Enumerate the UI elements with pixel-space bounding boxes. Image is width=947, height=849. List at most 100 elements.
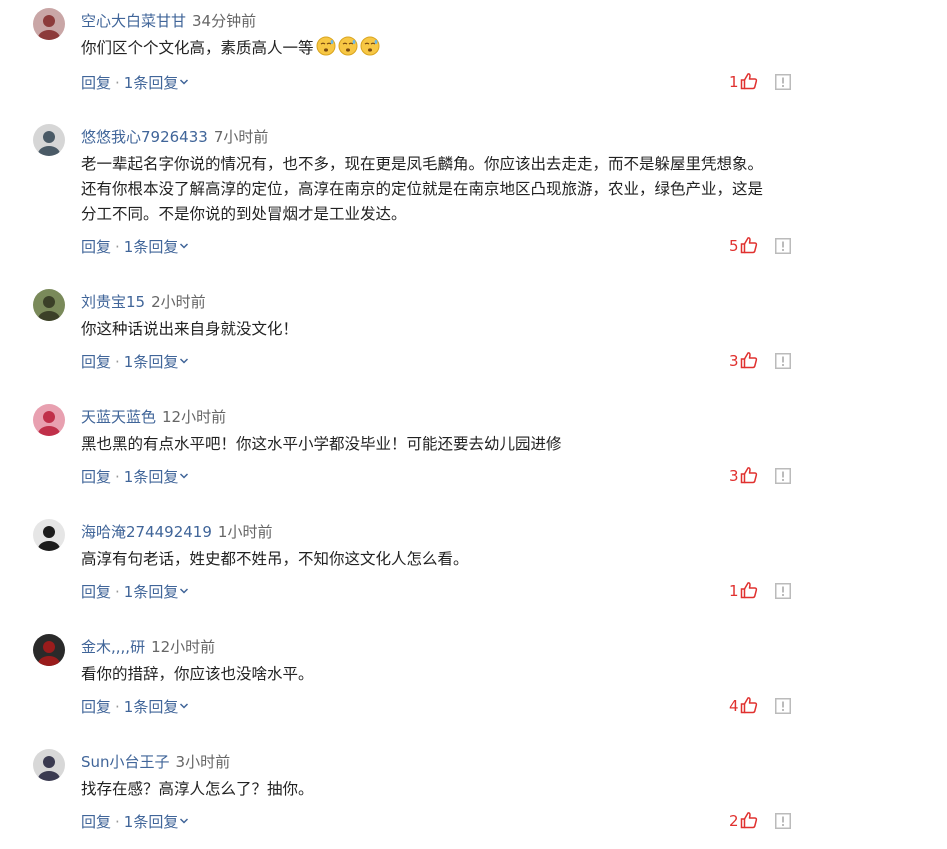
thumbs-up-icon [739,697,758,715]
username-link[interactable]: 天蓝天蓝色 [81,408,156,426]
replies-count-label: 1条回复 [123,353,179,371]
replies-count-label: 1条回复 [123,698,179,716]
separator-dot: · [115,74,120,92]
comment-text: 看你的措辞，你应该也没啥水平。 [81,662,797,687]
reply-button[interactable]: 回复 [81,583,111,601]
username-link[interactable]: 海哈淹274492419 [81,523,212,541]
emoji-icon [316,36,336,56]
replies-count-label: 1条回复 [123,74,179,92]
view-replies-button[interactable]: 1条回复 [124,583,190,601]
report-icon[interactable] [775,468,791,484]
comment-text-span: 你这种话说出来自身就没文化！ [81,320,299,338]
like-count: 5 [729,237,739,255]
comment-text-line: 分工不同。不是你说的到处冒烟才是工业发达。 [81,202,797,227]
like-count: 4 [729,697,739,715]
like-button[interactable]: 2 [729,811,758,831]
report-icon[interactable] [775,583,791,599]
view-replies-button[interactable]: 1条回复 [124,698,190,716]
like-button[interactable]: 4 [729,696,758,716]
like-button[interactable]: 3 [729,351,758,371]
comment-text-line: 你这种话说出来自身就没文化！ [81,317,797,342]
reply-button[interactable]: 回复 [81,698,111,716]
view-replies-button[interactable]: 1条回复 [124,468,190,486]
avatar[interactable] [33,634,65,666]
reply-button[interactable]: 回复 [81,238,111,256]
avatar[interactable] [33,8,65,40]
report-icon[interactable] [775,353,791,369]
comment-text-span: 分工不同。不是你说的到处冒烟才是工业发达。 [81,205,407,223]
avatar[interactable] [33,749,65,781]
username-link[interactable]: 空心大白菜甘甘 [81,12,186,30]
username-link[interactable]: Sun小台王子 [81,753,170,771]
comment-actions: 回复 · 1条回复 [81,696,189,717]
comment-text: 你们区个个文化高，素质高人一等 [81,36,797,61]
separator-dot: · [115,698,120,716]
thumbs-up-icon [739,812,758,830]
comment-header: 空心大白菜甘甘 34分钟前 [81,11,256,31]
view-replies-button[interactable]: 1条回复 [124,238,190,256]
separator-dot: · [115,468,120,486]
comment-header: 刘贵宝15 2小时前 [81,292,206,312]
comment-item: Sun小台王子 3小时前 找存在感？高淳人怎么了？抽你。 回复 · 1条回复 2 [0,746,947,841]
comment-text-line: 高淳有句老话，姓史都不姓吊，不知你这文化人怎么看。 [81,547,797,572]
like-count: 3 [729,352,739,370]
like-button[interactable]: 3 [729,466,758,486]
reply-button[interactable]: 回复 [81,353,111,371]
comment-text-line: 找存在感？高淳人怎么了？抽你。 [81,777,797,802]
comment-text: 黑也黑的有点水平吧！你这水平小学都没毕业！可能还要去幼儿园进修 [81,432,797,457]
reply-button[interactable]: 回复 [81,468,111,486]
chevron-down-icon [179,696,189,709]
report-icon[interactable] [775,698,791,714]
comment-header: 天蓝天蓝色 12小时前 [81,407,226,427]
thumbs-up-icon [739,467,758,485]
avatar[interactable] [33,519,65,551]
view-replies-button[interactable]: 1条回复 [124,353,190,371]
comment-actions: 回复 · 1条回复 [81,72,189,93]
like-button[interactable]: 1 [729,72,758,92]
comment-text-span: 看你的措辞，你应该也没啥水平。 [81,665,314,683]
comment-text-span: 你们区个个文化高，素质高人一等 [81,39,314,57]
comment-text-line: 老一辈起名字你说的情况有，也不多，现在更是凤毛麟角。你应该出去走走，而不是躲屋里… [81,152,797,177]
replies-count-label: 1条回复 [123,583,179,601]
comment-text: 高淳有句老话，姓史都不姓吊，不知你这文化人怎么看。 [81,547,797,572]
comment-text-span: 找存在感？高淳人怎么了？抽你。 [81,780,314,798]
chevron-down-icon [179,351,189,364]
avatar[interactable] [33,289,65,321]
username-link[interactable]: 金木,,,,研 [81,638,145,656]
comment-text-line: 还有你根本没了解高淳的定位，高淳在南京的定位就是在南京地区凸现旅游，农业，绿色产… [81,177,797,202]
comment-item: 悠悠我心7926433 7小时前老一辈起名字你说的情况有，也不多，现在更是凤毛麟角… [0,121,947,266]
username-link[interactable]: 悠悠我心7926433 [81,128,208,146]
comment-actions: 回复 · 1条回复 [81,466,189,487]
comment-item: 天蓝天蓝色 12小时前黑也黑的有点水平吧！你这水平小学都没毕业！可能还要去幼儿园进… [0,401,947,496]
view-replies-button[interactable]: 1条回复 [124,74,190,92]
separator-dot: · [115,238,120,256]
like-count: 2 [729,812,739,830]
separator-dot: · [115,813,120,831]
comment-text: 找存在感？高淳人怎么了？抽你。 [81,777,797,802]
comment-timestamp: 7小时前 [213,128,269,146]
reply-button[interactable]: 回复 [81,74,111,92]
report-icon[interactable] [775,238,791,254]
comment-timestamp: 12小时前 [151,638,216,656]
like-button[interactable]: 1 [729,581,758,601]
comment-text-line: 你们区个个文化高，素质高人一等 [81,36,797,61]
emoji-icon [338,36,358,56]
like-button[interactable]: 5 [729,236,758,256]
comment-actions: 回复 · 1条回复 [81,581,189,602]
replies-count-label: 1条回复 [123,468,179,486]
avatar[interactable] [33,404,65,436]
comment-item: 空心大白菜甘甘 34分钟前你们区个个文化高，素质高人一等 回复 · 1条回复 1 [0,5,947,102]
comment-text: 你这种话说出来自身就没文化！ [81,317,797,342]
report-icon[interactable] [775,813,791,829]
comment-text-span: 高淳有句老话，姓史都不姓吊，不知你这文化人怎么看。 [81,550,469,568]
avatar[interactable] [33,124,65,156]
view-replies-button[interactable]: 1条回复 [124,813,190,831]
reply-button[interactable]: 回复 [81,813,111,831]
replies-count-label: 1条回复 [123,813,179,831]
comment-text-span: 黑也黑的有点水平吧！你这水平小学都没毕业！可能还要去幼儿园进修 [81,435,562,453]
replies-count-label: 1条回复 [123,238,179,256]
like-count: 1 [729,582,739,600]
username-link[interactable]: 刘贵宝15 [81,293,145,311]
comment-timestamp: 1小时前 [217,523,273,541]
report-icon[interactable] [775,74,791,90]
